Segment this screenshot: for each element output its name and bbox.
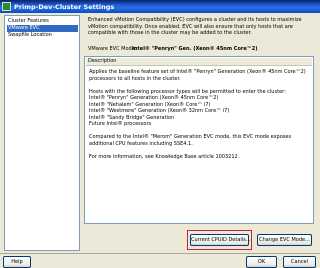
description-panel: Description Applies the baseline feature… <box>84 56 314 224</box>
description-line: Compared to the Intel® "Merom" Generatio… <box>89 134 292 140</box>
settings-nav-list[interactable]: Cluster Features VMware EVC Swapfile Loc… <box>4 15 80 251</box>
nav-item-swapfile-location[interactable]: Swapfile Location <box>7 32 78 39</box>
evc-info-text: Enhanced vMotion Compatibility (EVC) con… <box>88 17 302 36</box>
title-bar: Primp-Dev-Cluster Settings <box>0 0 320 13</box>
evc-mode-label: VMware EVC Mode: <box>88 46 137 52</box>
nav-item-cluster-features[interactable]: Cluster Features <box>7 18 78 25</box>
change-evc-mode-button[interactable]: Change EVC Mode... <box>257 234 312 246</box>
help-button[interactable]: Help <box>3 256 31 268</box>
nav-item-vmware-evc[interactable]: VMware EVC <box>7 25 78 32</box>
description-header: Description <box>86 58 312 66</box>
cancel-button[interactable]: Cancel <box>283 256 316 268</box>
footer-separator <box>0 253 320 254</box>
evc-mode-value: Intel® "Penryn" Gen. (Xeon® 45nm Core™2) <box>132 46 258 52</box>
current-cpuid-details-button[interactable]: Current CPUID Details... <box>190 234 251 246</box>
description-text: Applies the baseline feature set of Inte… <box>89 69 309 160</box>
window-title: Primp-Dev-Cluster Settings <box>14 3 115 11</box>
app-icon <box>2 2 11 11</box>
ok-button[interactable]: OK <box>246 256 277 268</box>
description-line: Applies the baseline feature set of Inte… <box>89 69 306 75</box>
description-line: For more information, see Knowledge Base… <box>89 153 240 160</box>
